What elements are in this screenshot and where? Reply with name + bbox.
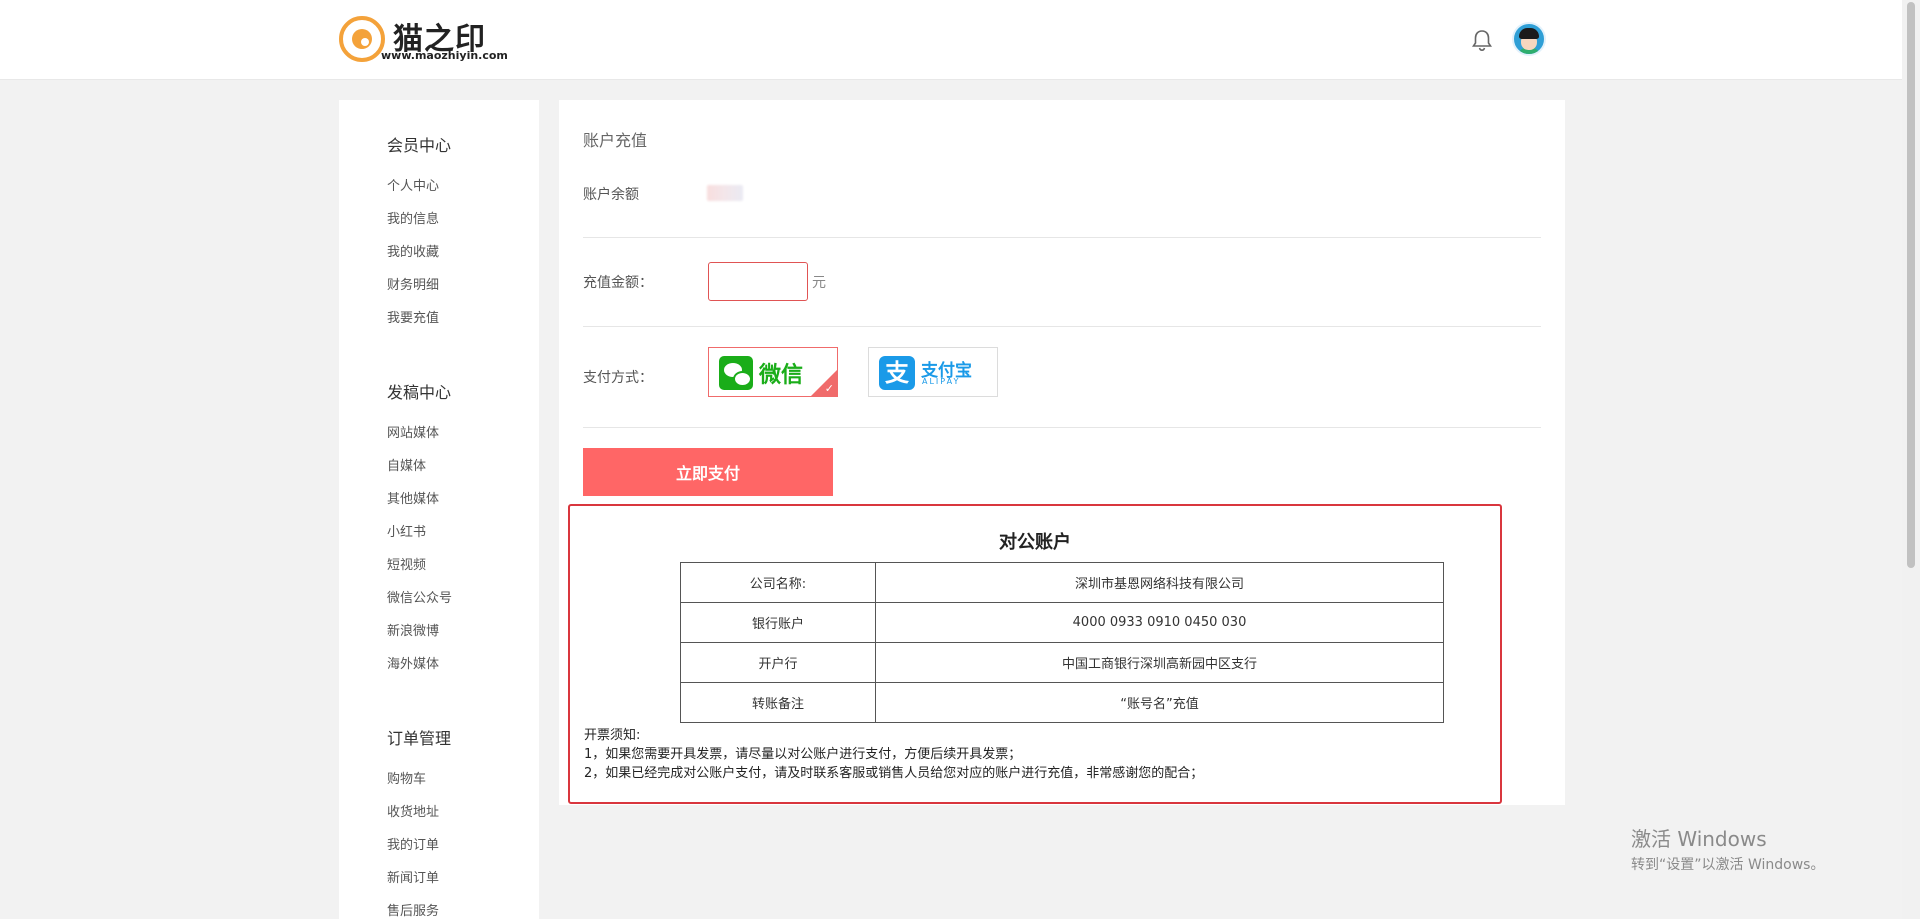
sidebar-item-other-media[interactable]: 其他媒体 xyxy=(387,488,439,507)
divider xyxy=(583,326,1541,327)
sidebar-item-xiaohongshu[interactable]: 小红书 xyxy=(387,521,426,540)
sidebar-item-wechat-official[interactable]: 微信公众号 xyxy=(387,587,452,606)
divider xyxy=(583,237,1541,238)
balance-value-blurred xyxy=(707,185,743,201)
bell-icon[interactable] xyxy=(1468,26,1496,54)
table-row: 转账备注 “账号名”充值 xyxy=(680,682,1444,723)
table-row: 开户行 中国工商银行深圳高新园中区支行 xyxy=(680,642,1444,683)
amount-unit: 元 xyxy=(812,275,826,291)
sidebar-item-my-favorites[interactable]: 我的收藏 xyxy=(387,241,439,260)
site-logo[interactable]: 猫之印 www.maozhiyin.com xyxy=(339,16,508,66)
check-icon: ✓ xyxy=(824,382,834,395)
table-cell-key: 转账备注 xyxy=(680,682,876,723)
alipay-option[interactable]: 支 支付宝 ALIPAY xyxy=(868,347,998,397)
balance-label: 账户余额 xyxy=(583,187,639,203)
table-cell-value: 深圳市基恩网络科技有限公司 xyxy=(875,562,1444,603)
corporate-account-title: 对公账户 xyxy=(999,532,1071,553)
sidebar-group-title-orders: 订单管理 xyxy=(387,729,452,748)
user-avatar[interactable] xyxy=(1512,22,1546,56)
sidebar-group-title-member: 会员中心 xyxy=(387,136,452,155)
table-row: 银行账户 4000 0933 0910 0450 030 xyxy=(680,602,1444,643)
wechat-label: 微信 xyxy=(759,363,804,388)
windows-activation-watermark: 激活 Windows 转到“设置”以激活 Windows。 xyxy=(1631,823,1824,874)
logo-url: www.maozhiyin.com xyxy=(381,49,508,62)
watermark-title: 激活 Windows xyxy=(1631,827,1767,851)
sidebar-item-personal-center[interactable]: 个人中心 xyxy=(387,175,439,194)
invoice-notes-title: 开票须知: xyxy=(584,728,641,743)
divider xyxy=(583,427,1541,428)
sidebar-item-overseas-media[interactable]: 海外媒体 xyxy=(387,653,439,672)
sidebar-item-recharge[interactable]: 我要充值 xyxy=(387,307,439,326)
sidebar-item-cart[interactable]: 购物车 xyxy=(387,768,426,787)
invoice-notes: 开票须知: 1，如果您需要开具发票，请尽量以对公账户进行支付，方便后续开具发票；… xyxy=(584,726,1203,783)
table-cell-value: 中国工商银行深圳高新园中区支行 xyxy=(875,642,1444,683)
scrollbar-thumb[interactable] xyxy=(1907,2,1915,568)
page-title: 账户充值 xyxy=(583,131,648,150)
sidebar-group-title-publish: 发稿中心 xyxy=(387,383,452,402)
table-cell-value: 4000 0933 0910 0450 030 xyxy=(875,602,1444,643)
sidebar-item-my-info[interactable]: 我的信息 xyxy=(387,208,439,227)
sidebar-item-after-sales[interactable]: 售后服务 xyxy=(387,900,439,919)
table-cell-key: 银行账户 xyxy=(680,602,876,643)
watermark-subtitle: 转到“设置”以激活 Windows。 xyxy=(1631,857,1825,873)
cat-paw-logo-icon xyxy=(339,16,385,62)
sidebar-item-self-media[interactable]: 自媒体 xyxy=(387,455,426,474)
amount-label: 充值金额： xyxy=(583,275,653,291)
sidebar: 会员中心 个人中心 我的信息 我的收藏 财务明细 我要充值 发稿中心 网站媒体 … xyxy=(339,100,539,919)
table-cell-value: “账号名”充值 xyxy=(875,682,1444,723)
sidebar-item-my-orders[interactable]: 我的订单 xyxy=(387,834,439,853)
wechat-pay-option[interactable]: 微信 ✓ xyxy=(708,347,838,397)
corporate-account-box: 对公账户 公司名称: 深圳市基恩网络科技有限公司 银行账户 4000 0933 … xyxy=(568,504,1502,804)
corporate-account-table: 公司名称: 深圳市基恩网络科技有限公司 银行账户 4000 0933 0910 … xyxy=(680,562,1444,723)
invoice-note-item: 2，如果已经完成对公账户支付，请及时联系客服或销售人员给您对应的账户进行充值，非… xyxy=(584,766,1204,781)
sidebar-item-website-media[interactable]: 网站媒体 xyxy=(387,422,439,441)
wechat-icon xyxy=(719,356,753,390)
alipay-icon: 支 xyxy=(879,356,915,390)
alipay-sublabel: ALIPAY xyxy=(922,377,961,386)
sidebar-item-weibo[interactable]: 新浪微博 xyxy=(387,620,439,639)
sidebar-item-address[interactable]: 收货地址 xyxy=(387,801,439,820)
sidebar-item-news-orders[interactable]: 新闻订单 xyxy=(387,867,439,886)
sidebar-item-short-video[interactable]: 短视频 xyxy=(387,554,426,573)
top-header: 猫之印 www.maozhiyin.com xyxy=(0,0,1902,80)
payment-method-label: 支付方式： xyxy=(583,370,653,386)
sidebar-item-finance[interactable]: 财务明细 xyxy=(387,274,439,293)
page-scrollbar[interactable] xyxy=(1902,0,1920,919)
table-cell-key: 公司名称: xyxy=(680,562,876,603)
table-row: 公司名称: 深圳市基恩网络科技有限公司 xyxy=(680,562,1444,603)
amount-input[interactable] xyxy=(708,262,808,301)
table-cell-key: 开户行 xyxy=(680,642,876,683)
invoice-note-item: 1，如果您需要开具发票，请尽量以对公账户进行支付，方便后续开具发票； xyxy=(584,747,1022,762)
pay-now-button[interactable]: 立即支付 xyxy=(583,448,833,496)
